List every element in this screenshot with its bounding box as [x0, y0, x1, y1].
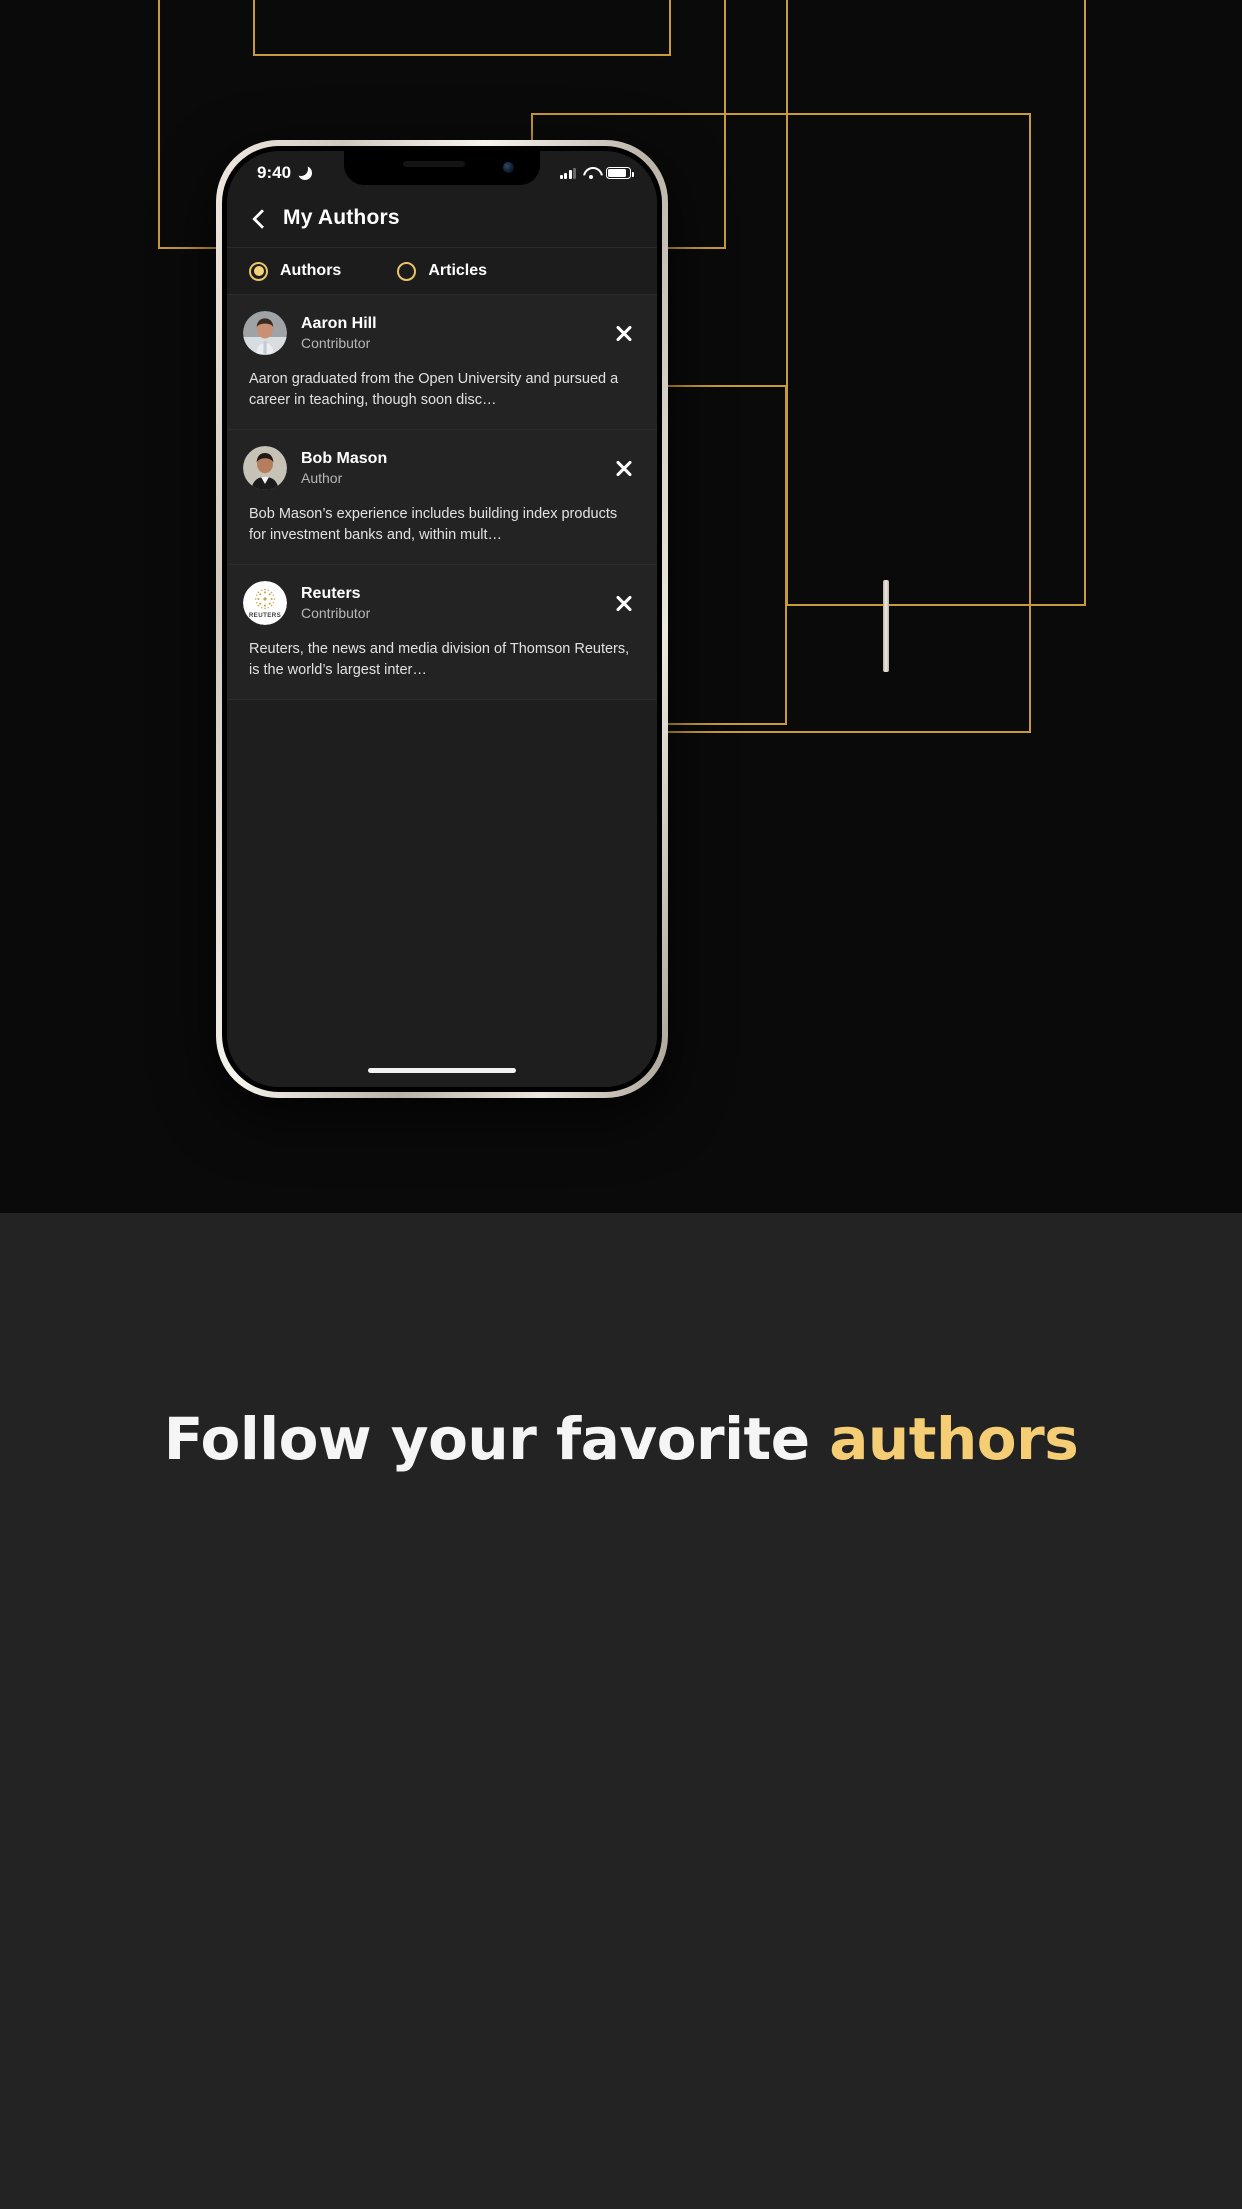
- tab-authors-label: Authors: [280, 262, 342, 279]
- author-description: Aaron graduated from the Open University…: [249, 371, 619, 409]
- author-identity: Aaron Hill Contributor: [301, 314, 599, 353]
- phone-bezel: 9:40 My Authors Authors Articles Aaron H…: [222, 146, 662, 1092]
- radio-selected-icon: [249, 261, 268, 281]
- author-card-header: REUTERS Reuters Contributor: [243, 581, 635, 626]
- author-role: Contributor: [301, 334, 371, 351]
- author-list: Aaron Hill Contributor Aaron graduated f…: [227, 295, 657, 1087]
- caption-panel: Follow your favorite authors: [0, 1213, 1242, 2209]
- close-icon[interactable]: [613, 592, 635, 614]
- battery-icon: [606, 167, 634, 179]
- status-bar-left: 9:40: [257, 162, 313, 183]
- reuters-logo-avatar: REUTERS: [243, 581, 287, 626]
- tab-articles-label: Articles: [428, 262, 488, 279]
- decorative-line-frame-b: [253, 0, 671, 56]
- close-icon[interactable]: [613, 322, 635, 344]
- page-title: My Authors: [283, 206, 400, 229]
- portrait-man-avatar: [243, 446, 287, 491]
- moon-icon: [294, 162, 313, 180]
- author-card-header: Aaron Hill Contributor: [243, 311, 635, 355]
- author-identity: Reuters Contributor: [301, 584, 599, 623]
- author-name: Bob Mason: [301, 449, 388, 467]
- cellular-signal-icon: [559, 167, 576, 179]
- author-name: Aaron Hill: [301, 314, 377, 332]
- decorative-line-frame-d: [786, 0, 1086, 606]
- close-icon[interactable]: [613, 457, 635, 479]
- status-bar-time: 9:40: [257, 163, 292, 182]
- phone-notch: [344, 151, 540, 185]
- wifi-icon: [583, 167, 599, 179]
- author-description: Bob Mason’s experience includes building…: [249, 506, 618, 544]
- phone-screen: 9:40 My Authors Authors Articles Aaron H…: [227, 151, 657, 1087]
- author-card[interactable]: Bob Mason Author Bob Mason’s experience …: [227, 430, 657, 566]
- front-camera-icon: [503, 162, 514, 173]
- app-header: My Authors: [227, 189, 657, 247]
- caption-lead-text: Follow your favorite: [163, 1405, 830, 1473]
- status-bar-right: [559, 167, 634, 179]
- phone-power-button[interactable]: [883, 580, 889, 672]
- author-card[interactable]: REUTERS Reuters Contributor Reuters, the…: [227, 565, 657, 701]
- tab-articles[interactable]: Articles: [397, 261, 488, 281]
- author-description: Reuters, the news and media division of …: [249, 641, 630, 679]
- phone-mockup: 9:40 My Authors Authors Articles Aaron H…: [216, 140, 889, 1098]
- author-name: Reuters: [301, 584, 361, 602]
- author-card-header: Bob Mason Author: [243, 446, 635, 491]
- tab-bar: Authors Articles: [227, 247, 657, 295]
- author-role: Author: [301, 469, 343, 486]
- author-identity: Bob Mason Author: [301, 449, 599, 488]
- portrait-man-avatar: [243, 311, 287, 355]
- home-indicator[interactable]: [368, 1068, 516, 1073]
- earpiece-speaker-icon: [403, 161, 466, 167]
- caption-accent-text: authors: [829, 1405, 1079, 1473]
- caption-headline: Follow your favorite authors: [0, 1405, 1242, 1473]
- radio-unselected-icon: [397, 261, 417, 281]
- author-role: Contributor: [301, 604, 371, 621]
- back-chevron-icon[interactable]: [251, 210, 267, 226]
- tab-authors[interactable]: Authors: [249, 261, 342, 281]
- svg-text:REUTERS: REUTERS: [249, 612, 281, 619]
- author-card[interactable]: Aaron Hill Contributor Aaron graduated f…: [227, 295, 657, 431]
